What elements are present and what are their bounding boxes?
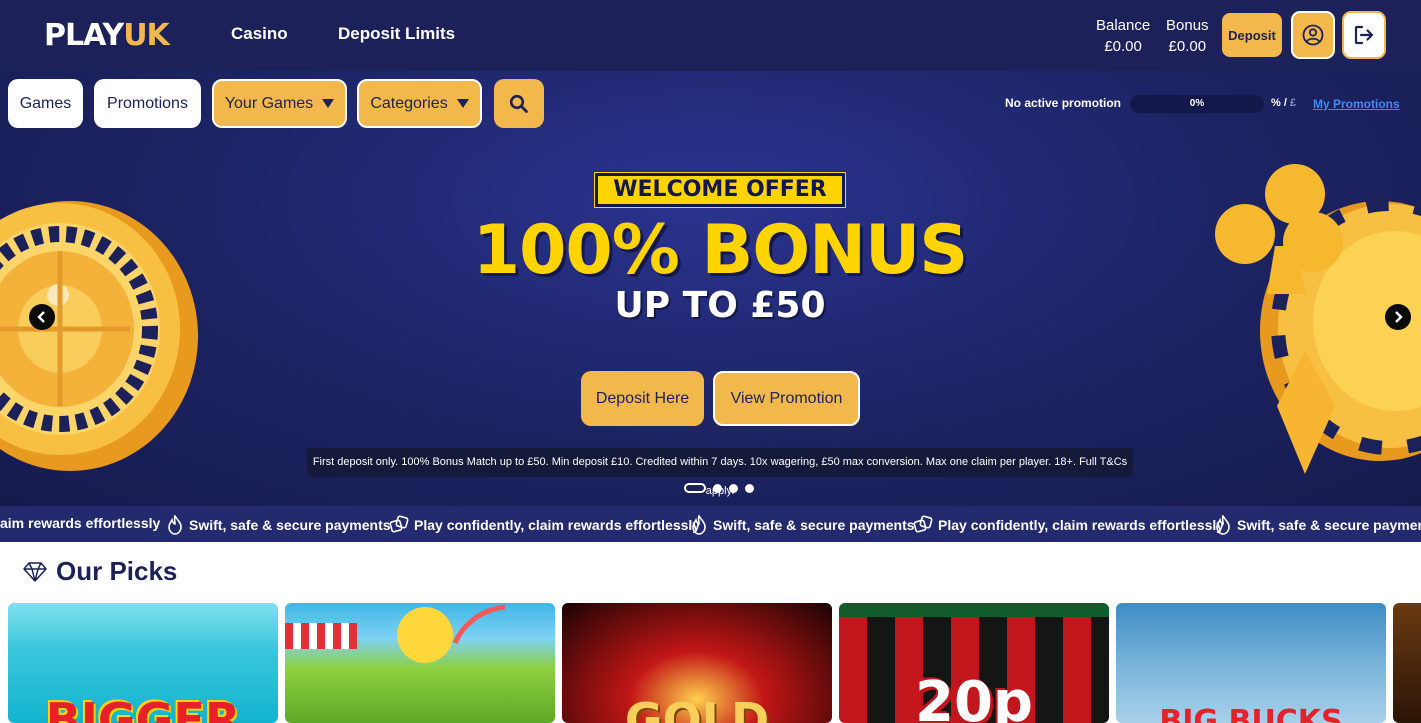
- carousel-dot[interactable]: [713, 483, 722, 493]
- progress-unit: % / £: [1271, 97, 1296, 109]
- logo-uk: UK: [123, 18, 170, 53]
- ticker-text: Play confidently, claim rewards effortle…: [414, 517, 701, 533]
- chevron-right-icon: [1395, 311, 1403, 323]
- game-card[interactable]: [285, 603, 555, 723]
- feature-ticker: aim rewards effortlessly Swift, safe & s…: [0, 506, 1421, 542]
- game-card-title: GOLD: [624, 693, 770, 723]
- ticker-text: Swift, safe & secure payments: [189, 517, 391, 533]
- user-circle-icon: [1302, 24, 1324, 46]
- promotion-progress-bar: 0%: [1130, 95, 1264, 113]
- logout-button[interactable]: [1342, 11, 1386, 59]
- bonus-label: Bonus: [1166, 17, 1209, 34]
- hero-banner: Games Promotions Your Games Categories N…: [0, 71, 1421, 506]
- carousel-dots: [684, 483, 754, 493]
- deposit-button[interactable]: Deposit: [1222, 13, 1282, 57]
- carousel-dot[interactable]: [745, 483, 754, 493]
- carousel-dot[interactable]: [684, 483, 706, 493]
- dice-icon: [913, 515, 933, 533]
- terms-text: First deposit only. 100% Bonus Match up …: [307, 448, 1133, 497]
- my-promotions-link[interactable]: My Promotions: [1313, 97, 1400, 111]
- your-games-label: Your Games: [224, 94, 314, 112]
- deposit-here-button[interactable]: Deposit Here: [581, 371, 704, 426]
- your-games-dropdown[interactable]: Your Games: [212, 79, 347, 128]
- view-promotion-button[interactable]: View Promotion: [713, 371, 860, 426]
- ticker-item: aim rewards effortlessly: [0, 515, 160, 531]
- game-card-title: BIGGER: [45, 693, 241, 723]
- game-card-title: BIG BUCKS: [1159, 704, 1343, 723]
- awning-image: [285, 623, 357, 649]
- game-card[interactable]: [1393, 603, 1421, 723]
- bonus-display: Bonus £0.00: [1166, 15, 1209, 57]
- our-picks-header: Our Picks: [22, 556, 177, 587]
- ticker-item: Play confidently, claim rewards effortle…: [389, 515, 700, 535]
- dice-icon: [389, 515, 409, 533]
- balance-label: Balance: [1096, 17, 1151, 34]
- ticker-text: aim rewards effortlessly: [0, 515, 161, 531]
- nav-casino[interactable]: Casino: [231, 24, 288, 44]
- roulette-wheel-image: [0, 201, 198, 471]
- flame-icon: [1216, 515, 1230, 535]
- game-card[interactable]: GOLD: [562, 603, 832, 723]
- promotions-tab[interactable]: Promotions: [94, 79, 201, 128]
- hero-headline: 100% BONUS: [472, 211, 969, 290]
- chevron-left-icon: [37, 311, 45, 323]
- categories-label: Categories: [370, 94, 448, 112]
- bonus-value: £0.00: [1168, 38, 1207, 55]
- carousel-dot[interactable]: [729, 483, 738, 493]
- sun-image: [397, 604, 505, 663]
- games-tab[interactable]: Games: [8, 79, 83, 128]
- game-card[interactable]: BIG BUCKS: [1116, 603, 1386, 723]
- flame-icon: [692, 515, 706, 535]
- ticker-item: Play confidently, claim rewards effortle…: [913, 515, 1224, 535]
- game-card[interactable]: BIGGER: [8, 603, 278, 723]
- ticker-item: Swift, safe & secure payments: [690, 515, 915, 535]
- categories-dropdown[interactable]: Categories: [357, 79, 482, 128]
- unit-pound: £: [1289, 97, 1297, 109]
- caret-down-icon: [456, 99, 469, 108]
- logout-icon: [1354, 25, 1374, 45]
- account-button[interactable]: [1291, 11, 1335, 59]
- ticker-text: Swift, safe & secure payments: [1237, 517, 1421, 533]
- nav-deposit-limits[interactable]: Deposit Limits: [338, 24, 455, 44]
- search-icon: [509, 94, 528, 113]
- promotion-status-text: No active promotion: [1005, 96, 1122, 110]
- unit-percent: % /: [1271, 97, 1287, 109]
- balance-display: Balance £0.00: [1096, 15, 1150, 57]
- carousel-prev-button[interactable]: [29, 304, 55, 330]
- carousel-next-button[interactable]: [1385, 304, 1411, 330]
- ticker-item: Swift, safe & secure payments: [1214, 515, 1421, 535]
- our-picks-title: Our Picks: [56, 556, 178, 586]
- diamond-icon: [23, 561, 47, 582]
- logo-play: PLAY: [44, 18, 124, 53]
- game-card[interactable]: 20p: [839, 603, 1109, 723]
- hero-subline: UP TO £50: [614, 285, 826, 326]
- balance-value: £0.00: [1104, 38, 1142, 55]
- ticker-text: Play confidently, claim rewards effortle…: [938, 517, 1225, 533]
- search-button[interactable]: [494, 79, 544, 128]
- game-card-title: 20p: [914, 670, 1033, 723]
- ticker-text: Swift, safe & secure payments: [713, 517, 915, 533]
- logo[interactable]: PLAYUK: [44, 18, 170, 53]
- ticker-item: Swift, safe & secure payments: [166, 515, 391, 535]
- top-bar: PLAYUK Casino Deposit Limits Balance £0.…: [0, 0, 1421, 71]
- flame-icon: [168, 515, 182, 535]
- caret-down-icon: [322, 99, 335, 108]
- welcome-offer-badge: WELCOME OFFER: [594, 172, 846, 208]
